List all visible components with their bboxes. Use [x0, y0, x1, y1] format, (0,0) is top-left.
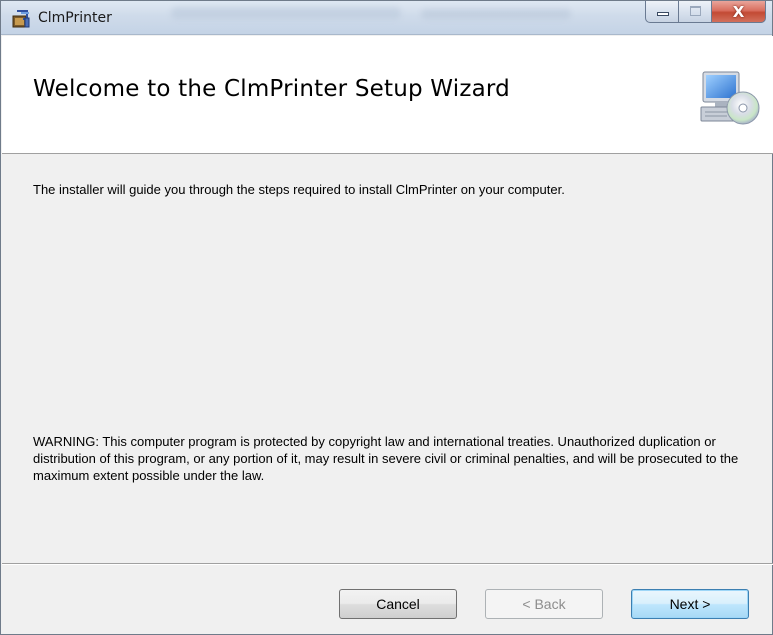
- minimize-icon: [657, 12, 669, 16]
- intro-text: The installer will guide you through the…: [33, 182, 565, 197]
- close-button[interactable]: X: [712, 1, 766, 23]
- close-icon: X: [732, 2, 745, 21]
- caption-buttons: X: [645, 1, 766, 23]
- next-button[interactable]: Next >: [631, 589, 749, 619]
- computer-cd-icon: [700, 71, 760, 125]
- setup-wizard-window: ClmPrinter X Welcome to the ClmPrinter S…: [0, 0, 773, 635]
- title-bar-glass: [421, 9, 571, 19]
- title-bar[interactable]: ClmPrinter X: [1, 1, 772, 35]
- installer-box-icon[interactable]: [11, 9, 31, 29]
- page-title: Welcome to the ClmPrinter Setup Wizard: [33, 76, 510, 102]
- maximize-icon: [690, 6, 701, 16]
- copyright-warning: WARNING: This computer program is protec…: [33, 434, 739, 483]
- window-title: ClmPrinter: [38, 10, 112, 26]
- maximize-button[interactable]: [679, 1, 712, 23]
- button-bar-separator: [2, 563, 773, 565]
- back-button[interactable]: < Back: [485, 589, 603, 619]
- minimize-button[interactable]: [645, 1, 679, 23]
- title-bar-glass: [171, 7, 401, 19]
- cancel-button[interactable]: Cancel: [339, 589, 457, 619]
- wizard-banner: Welcome to the ClmPrinter Setup Wizard: [2, 36, 773, 154]
